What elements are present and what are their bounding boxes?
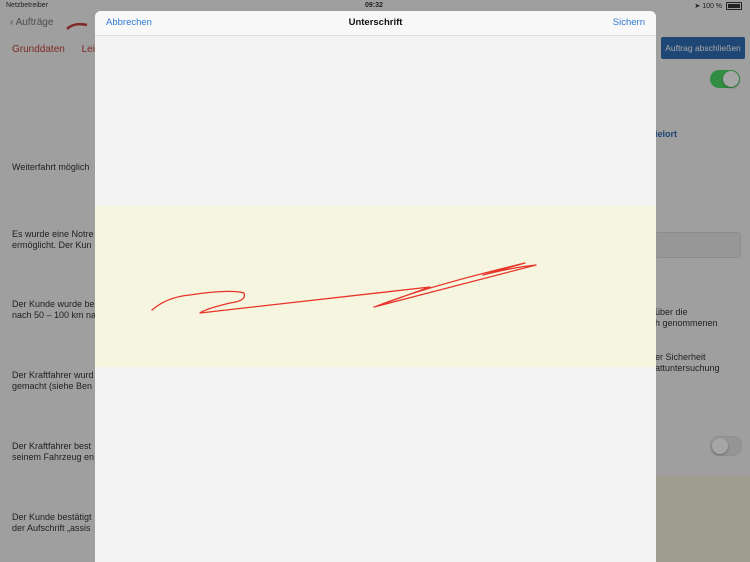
save-button[interactable]: Sichern	[613, 17, 645, 28]
modal-title: Unterschrift	[348, 17, 403, 28]
signature-pad[interactable]	[95, 205, 656, 367]
signature-modal: Abbrechen Unterschrift Sichern	[95, 11, 656, 562]
modal-header: Abbrechen Unterschrift Sichern	[95, 11, 656, 36]
signature-stroke	[151, 262, 537, 314]
